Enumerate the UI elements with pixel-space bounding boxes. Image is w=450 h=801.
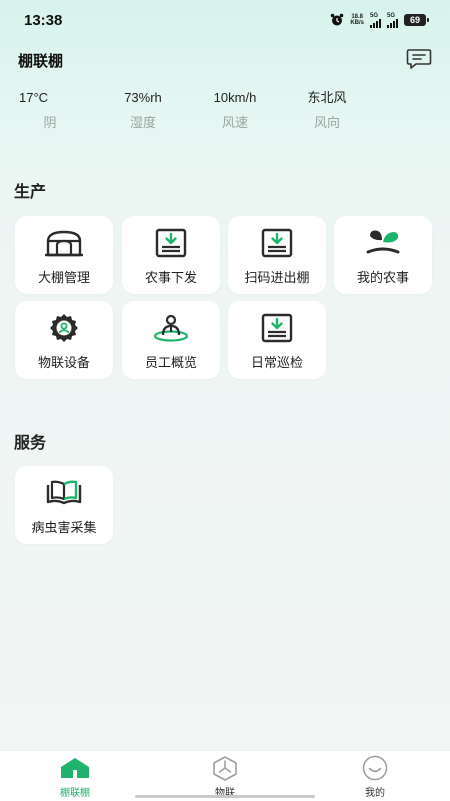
card-label: 扫码进出棚 (244, 271, 310, 286)
signal-bars-icon (370, 18, 381, 28)
signal-bars-icon (387, 18, 398, 28)
section-title-service: 服务 (14, 433, 47, 452)
card-iot-devices[interactable]: 物联设备 (15, 301, 113, 379)
alarm-icon (331, 13, 344, 26)
card-farm-task-dispatch[interactable]: 农事下发 (122, 216, 220, 294)
sprout-icon (366, 230, 400, 254)
chat-icon (406, 49, 432, 69)
card-label: 病虫害采集 (31, 521, 97, 536)
card-label: 日常巡检 (250, 356, 303, 371)
home-indicator (135, 795, 315, 798)
card-label: 我的农事 (356, 271, 409, 286)
nav-label: 棚联棚 (60, 788, 90, 799)
card-label: 员工概览 (144, 356, 197, 371)
battery-indicator: 69 (404, 14, 429, 26)
staff-icon (153, 314, 189, 342)
bottom-nav: 棚联棚 物联 我的 (0, 750, 450, 801)
download-box-icon (261, 228, 293, 258)
nav-profile[interactable]: 我的 (335, 755, 415, 799)
card-staff-overview[interactable]: 员工概览 (122, 301, 220, 379)
nav-iot[interactable]: 物联 (185, 755, 265, 799)
weather-wind-speed: 10km/h 风速 (213, 90, 257, 131)
status-icons: 18.8 KB/s 5G 5G 69 (330, 13, 429, 28)
home-icon (61, 758, 89, 778)
gear-icon (50, 314, 78, 342)
signal-sim1: 5G (370, 13, 381, 28)
net-speed: 18.8 KB/s (350, 14, 364, 26)
card-label: 物联设备 (37, 356, 90, 371)
weather-panel: 17°C 阴 73%rh 湿度 10km/h 风速 东北风 风向 (0, 88, 450, 132)
status-time: 13:38 (24, 11, 63, 29)
card-my-farm-tasks[interactable]: 我的农事 (334, 216, 432, 294)
card-daily-inspection[interactable]: 日常巡检 (228, 301, 326, 379)
card-label: 大棚管理 (37, 271, 90, 286)
weather-humidity: 73%rh 湿度 (124, 90, 162, 131)
message-button[interactable] (406, 48, 432, 70)
smile-icon (362, 755, 388, 781)
signal-sim2: 5G (387, 13, 398, 28)
status-bar: 13:38 18.8 KB/s 5G 5G 69 (0, 0, 450, 40)
card-pest-collection[interactable]: 病虫害采集 (15, 466, 113, 544)
card-scan-entry-exit[interactable]: 扫码进出棚 (228, 216, 326, 294)
card-label: 农事下发 (144, 271, 197, 286)
app-header: 棚联棚 (18, 48, 432, 72)
app-title: 棚联棚 (18, 52, 64, 70)
section-title-production: 生产 (14, 182, 47, 201)
iot-icon (213, 756, 237, 781)
book-icon (46, 480, 82, 505)
nav-home[interactable]: 棚联棚 (35, 755, 115, 799)
card-greenhouse-management[interactable]: 大棚管理 (15, 216, 113, 294)
greenhouse-icon (45, 230, 83, 257)
download-box-icon (261, 313, 293, 343)
nav-label: 我的 (365, 788, 385, 799)
download-box-icon (155, 228, 187, 258)
weather-wind-direction: 东北风 风向 (307, 90, 347, 131)
weather-temperature: 17°C 阴 (19, 90, 57, 131)
